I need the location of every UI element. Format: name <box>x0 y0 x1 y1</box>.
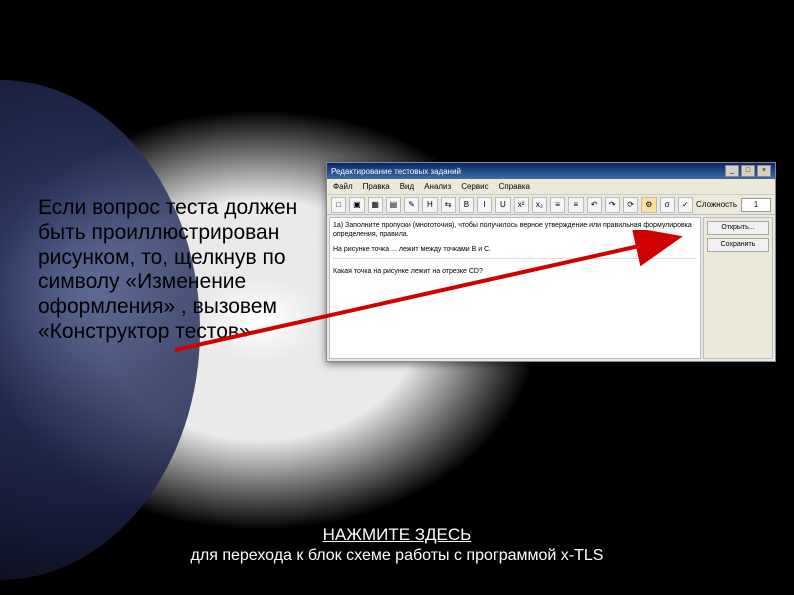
menu-item[interactable]: Файл <box>333 182 353 191</box>
tool-icon[interactable]: □ <box>331 197 346 213</box>
slide-title: Создание теста на компьютере с установле… <box>0 14 794 90</box>
check-icon[interactable]: ✓ <box>678 197 693 213</box>
titlebar: Редактирование тестовых заданий _ □ × <box>327 163 775 179</box>
menu-item[interactable]: Вид <box>400 182 414 191</box>
underline-icon[interactable]: U <box>495 197 510 213</box>
tool-icon[interactable]: ✎ <box>404 197 419 213</box>
menubar: Файл Правка Вид Анализ Сервис Справка <box>327 179 775 195</box>
align-icon[interactable]: ≡ <box>568 197 583 213</box>
undo-icon[interactable]: ↶ <box>587 197 602 213</box>
tool-icon[interactable]: ⇆ <box>441 197 456 213</box>
menu-item[interactable]: Анализ <box>424 182 451 191</box>
align-icon[interactable]: ≡ <box>550 197 565 213</box>
menu-item[interactable]: Сервис <box>461 182 488 191</box>
open-button[interactable]: Открыть... <box>707 221 769 235</box>
side-panel: Открыть... Сохранить <box>703 217 773 359</box>
sigma-icon[interactable]: σ <box>660 197 675 213</box>
bold-icon[interactable]: B <box>459 197 474 213</box>
editor-window: Редактирование тестовых заданий _ □ × Фа… <box>326 162 776 362</box>
editor-pane[interactable]: 1а) Заполните пропуски (многоточия), что… <box>329 217 701 359</box>
tool-icon[interactable]: ▣ <box>349 197 364 213</box>
subscript-icon[interactable]: x₂ <box>532 197 547 213</box>
footer-subtitle: для перехода к блок схеме работы с прогр… <box>0 547 794 565</box>
menu-item[interactable]: Справка <box>499 182 530 191</box>
toolbar: □ ▣ ▦ ▤ ✎ H ⇆ B I U x² x₂ ≡ ≡ ↶ ↷ ⟳ ⚙ σ … <box>327 195 775 215</box>
count-label: Сложность <box>696 200 737 209</box>
maximize-button[interactable]: □ <box>741 165 755 177</box>
close-button[interactable]: × <box>757 165 771 177</box>
superscript-icon[interactable]: x² <box>514 197 529 213</box>
footer-link[interactable]: НАЖМИТЕ ЗДЕСЬ <box>0 525 794 545</box>
count-spinner[interactable]: 1 <box>741 198 771 212</box>
menu-item[interactable]: Правка <box>363 182 390 191</box>
save-button[interactable]: Сохранить <box>707 238 769 252</box>
redo-icon[interactable]: ↷ <box>605 197 620 213</box>
minimize-button[interactable]: _ <box>725 165 739 177</box>
tool-icon[interactable]: H <box>422 197 437 213</box>
slide-body-text: Если вопрос теста должен быть проиллюстр… <box>38 196 298 345</box>
refresh-icon[interactable]: ⟳ <box>623 197 638 213</box>
question-prompt: Какая точка на рисунке лежит на отрезке … <box>333 267 697 276</box>
question-answer: На рисунке точка ... лежит между точками… <box>333 245 697 254</box>
window-title: Редактирование тестовых заданий <box>331 167 461 176</box>
design-change-icon[interactable]: ⚙ <box>641 197 656 213</box>
italic-icon[interactable]: I <box>477 197 492 213</box>
footer: НАЖМИТЕ ЗДЕСЬ для перехода к блок схеме … <box>0 525 794 565</box>
tool-icon[interactable]: ▤ <box>386 197 401 213</box>
question-prompt: 1а) Заполните пропуски (многоточия), что… <box>333 221 697 239</box>
tool-icon[interactable]: ▦ <box>368 197 383 213</box>
